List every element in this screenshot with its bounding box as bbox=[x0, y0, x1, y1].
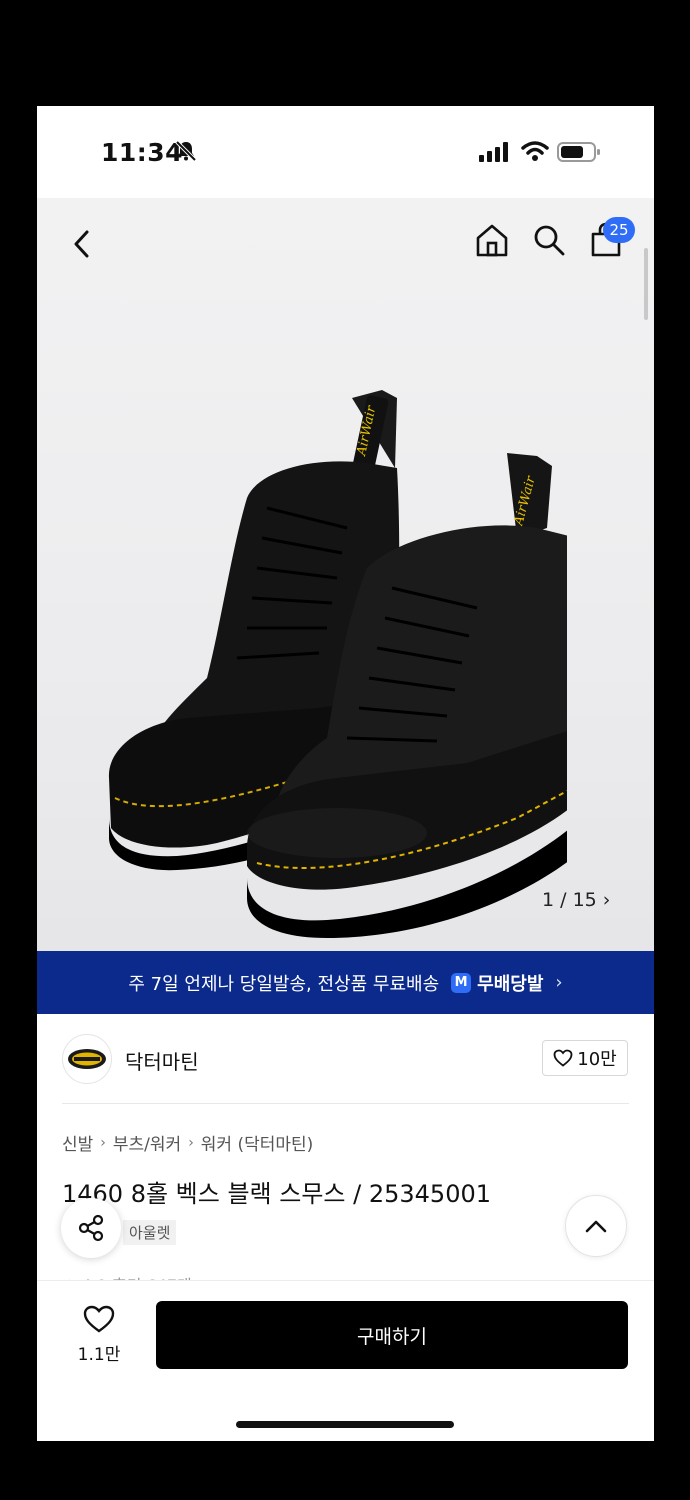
bottom-action-bar: 1.1만 구매하기 bbox=[37, 1280, 654, 1441]
dr-martens-logo-icon bbox=[68, 1049, 106, 1069]
breadcrumb-separator: › bbox=[100, 1134, 106, 1151]
scroll-top-button[interactable] bbox=[565, 1195, 627, 1257]
product-photo-boots: AirWair AirWair bbox=[108, 390, 567, 938]
chevron-up-icon bbox=[585, 1220, 607, 1233]
status-time: 11:34 bbox=[101, 138, 184, 167]
product-image-gallery[interactable]: AirWair AirWair bbox=[37, 198, 654, 951]
divider bbox=[62, 1103, 629, 1104]
share-icon bbox=[78, 1214, 104, 1242]
bell-slash-icon bbox=[175, 140, 197, 162]
cart-count-badge: 25 bbox=[603, 217, 635, 243]
breadcrumb-item-boots[interactable]: 부츠/워커 bbox=[113, 1130, 181, 1155]
product-title: 1460 8홀 벡스 블랙 스무스 / 25345001 bbox=[62, 1180, 492, 1208]
heart-icon bbox=[553, 1049, 573, 1067]
image-pager[interactable]: 1 / 15 › bbox=[542, 889, 610, 911]
buy-button[interactable]: 구매하기 bbox=[156, 1301, 628, 1369]
promo-banner-text: 주 7일 언제나 당일발송, 전상품 무료배송 bbox=[128, 973, 440, 995]
scroll-indicator bbox=[644, 248, 648, 320]
signal-icon bbox=[479, 142, 508, 162]
heart-icon bbox=[83, 1305, 115, 1333]
breadcrumb: 신발 › 부츠/워커 › 워커 (닥터마틴) bbox=[62, 1130, 314, 1156]
home-button[interactable] bbox=[474, 222, 510, 262]
shop-name[interactable]: 닥터마틴 bbox=[125, 1046, 199, 1075]
battery-icon bbox=[557, 142, 600, 162]
phone-screen: 11:34 AirWair AirWair 25 1 / 15 › 주 7일 언… bbox=[37, 106, 654, 1441]
share-button[interactable] bbox=[61, 1198, 121, 1258]
breadcrumb-separator: › bbox=[188, 1134, 194, 1151]
chevron-right-icon: › bbox=[555, 972, 563, 993]
home-icon bbox=[476, 224, 508, 257]
shop-like-count: 10만 bbox=[577, 1049, 617, 1070]
shop-logo[interactable] bbox=[62, 1034, 112, 1084]
wishlist-button[interactable]: 1.1만 bbox=[74, 1304, 124, 1365]
shop-like-button[interactable]: 10만 bbox=[542, 1040, 628, 1076]
m-badge-icon: M bbox=[451, 972, 472, 993]
breadcrumb-item-shoes[interactable]: 신발 bbox=[62, 1130, 93, 1155]
breadcrumb-item-walker[interactable]: 워커 (닥터마틴) bbox=[201, 1130, 314, 1155]
promo-banner[interactable]: 주 7일 언제나 당일발송, 전상품 무료배송 M 무배당발 › bbox=[37, 951, 654, 1014]
search-button[interactable] bbox=[532, 223, 566, 261]
wifi-icon bbox=[521, 141, 549, 161]
outlet-tag: 아울렛 bbox=[123, 1220, 177, 1245]
search-icon bbox=[534, 225, 565, 256]
home-indicator[interactable] bbox=[236, 1421, 454, 1428]
back-button[interactable] bbox=[67, 226, 97, 262]
wishlist-count: 1.1만 bbox=[77, 1345, 121, 1365]
status-bar: 11:34 bbox=[37, 106, 654, 198]
promo-banner-brand: 무배당발 bbox=[477, 973, 544, 995]
back-icon bbox=[74, 230, 89, 258]
chevron-right-icon: › bbox=[602, 889, 611, 911]
image-pager-count: 1 / 15 bbox=[542, 889, 597, 911]
